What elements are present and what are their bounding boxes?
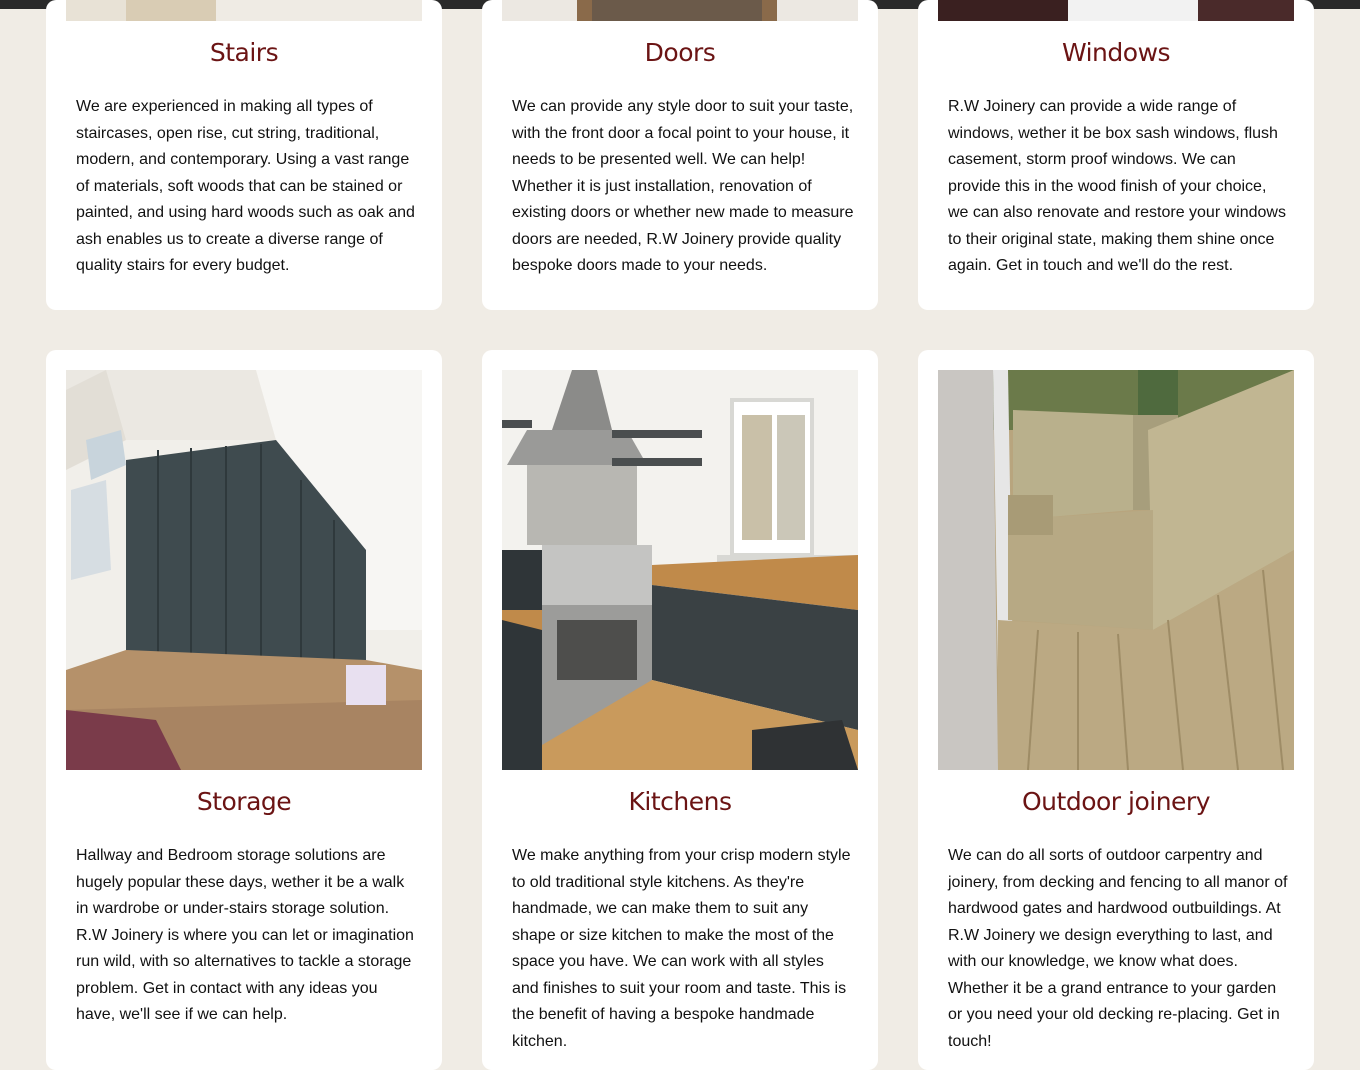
service-title: Doors	[644, 38, 716, 67]
kitchens-photo	[502, 370, 858, 770]
service-description: We are experienced in making all types o…	[76, 98, 415, 274]
service-card-kitchens: Kitchens We make anything from your cris…	[482, 350, 878, 1070]
outdoor-joinery-photo	[938, 370, 1294, 770]
service-title: Kitchens	[628, 787, 732, 816]
service-description: R.W Joinery can provide a wide range of …	[948, 98, 1286, 274]
service-description: Hallway and Bedroom storage solutions ar…	[76, 847, 414, 1023]
service-title: Windows	[1061, 38, 1171, 67]
service-description: We can do all sorts of outdoor carpentry…	[948, 847, 1288, 1050]
windows-photo	[938, 0, 1294, 21]
service-title: Storage	[196, 787, 292, 816]
stairs-photo	[66, 0, 422, 21]
service-description: We can provide any style door to suit yo…	[512, 98, 854, 274]
service-title: Stairs	[209, 38, 279, 67]
service-card-doors: Doors We can provide any style door to s…	[482, 0, 878, 310]
service-card-windows: Windows R.W Joinery can provide a wide r…	[918, 0, 1314, 310]
service-card-stairs: Stairs We are experienced in making all …	[46, 0, 442, 310]
service-card-outdoor-joinery: Outdoor joinery We can do all sorts of o…	[918, 350, 1314, 1070]
service-title: Outdoor joinery	[1022, 787, 1211, 816]
service-card-storage: Storage Hallway and Bedroom storage solu…	[46, 350, 442, 1070]
storage-photo	[66, 370, 422, 770]
service-description: We make anything from your crisp modern …	[512, 847, 851, 1050]
doors-photo	[502, 0, 858, 21]
